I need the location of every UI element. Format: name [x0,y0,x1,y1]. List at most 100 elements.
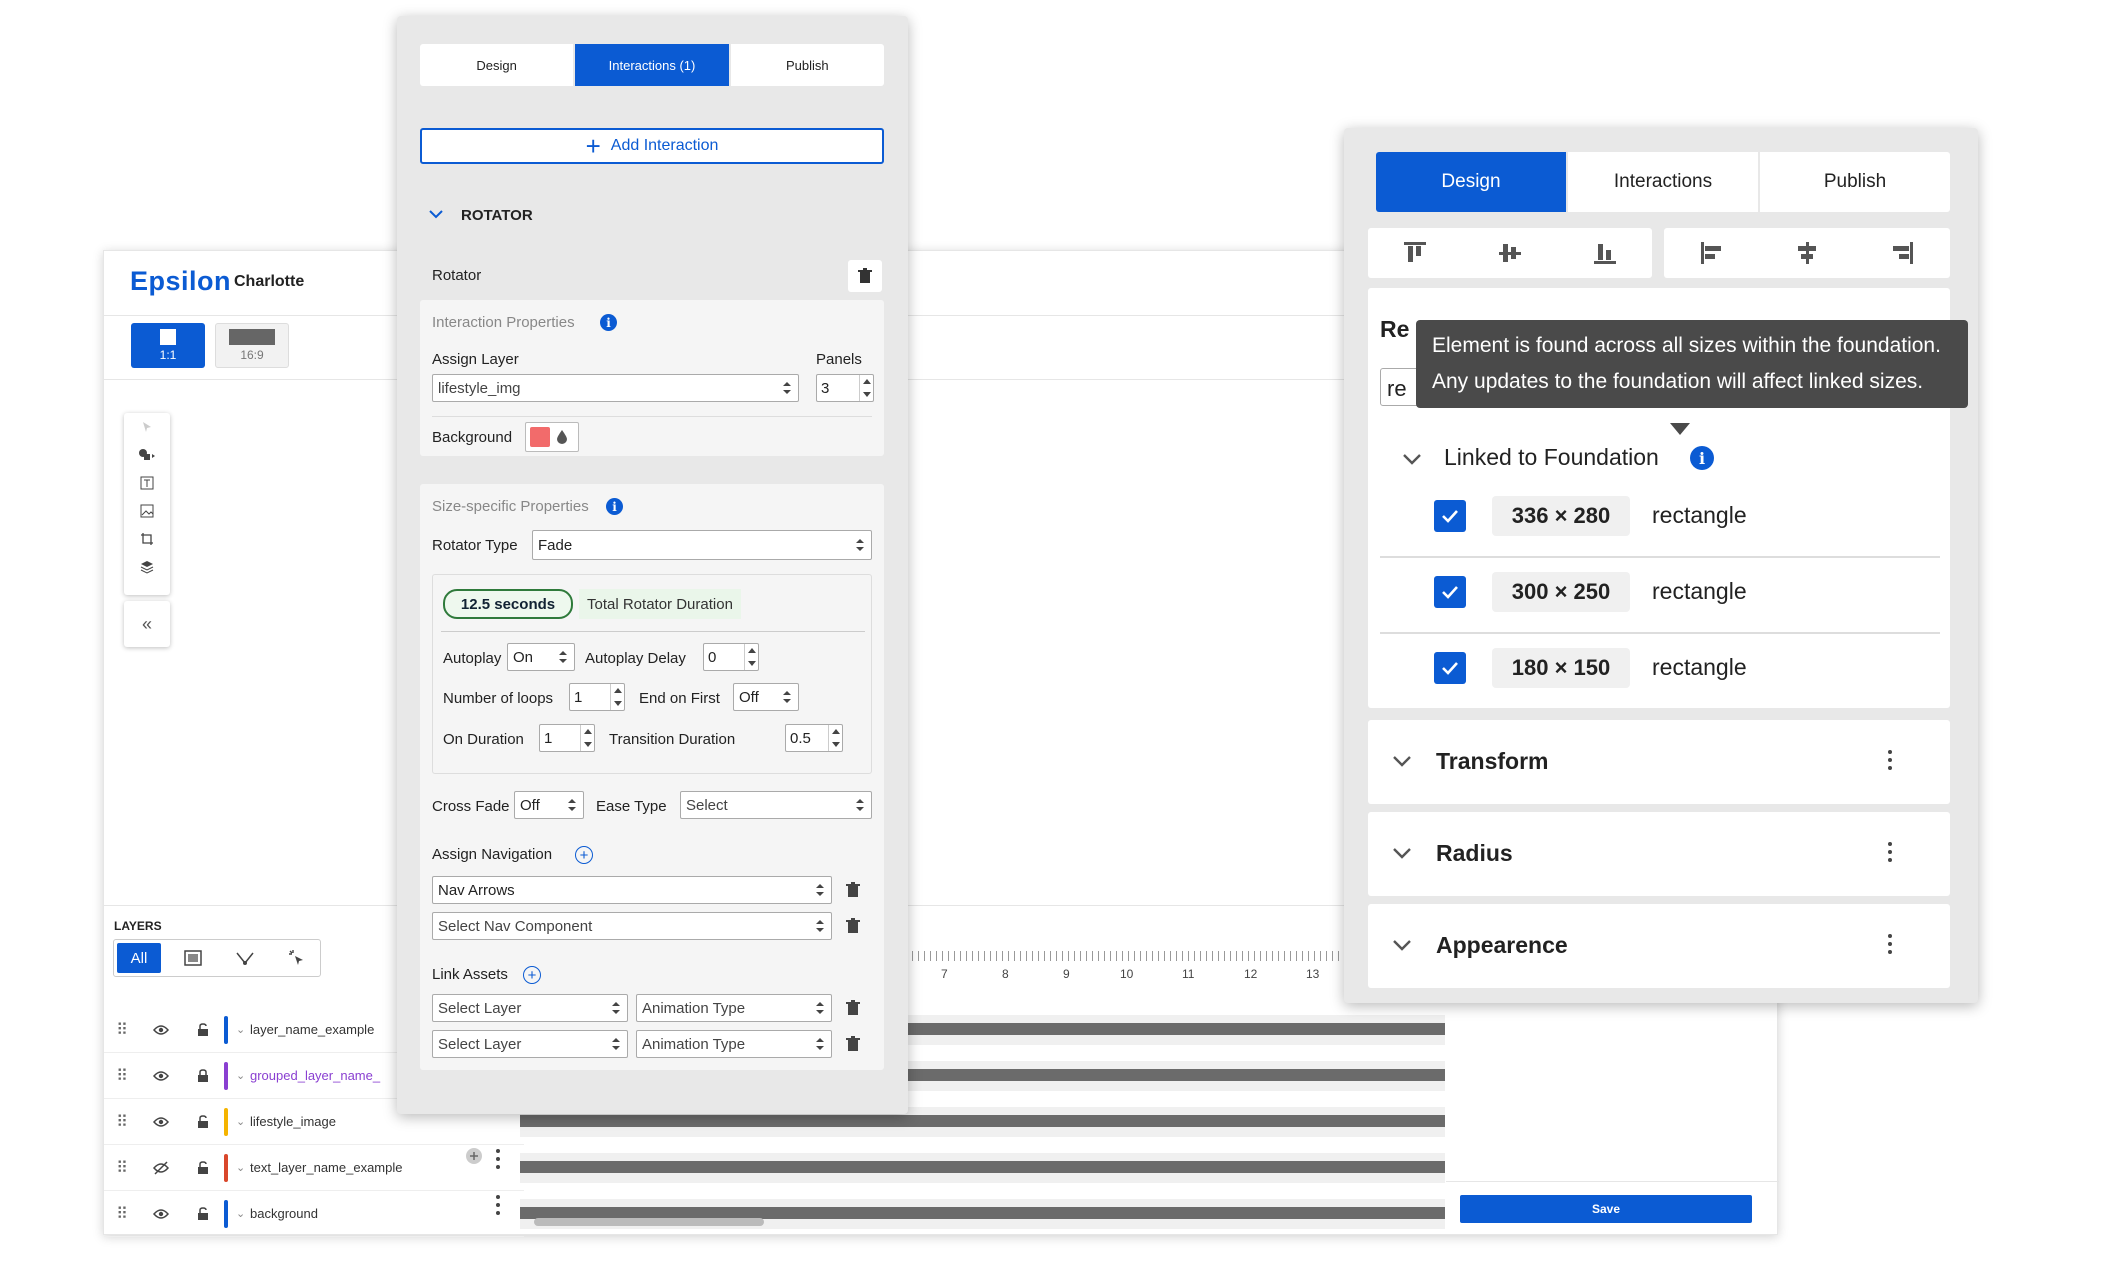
animation-type-select[interactable]: Animation Type [636,994,832,1022]
tab-publish[interactable]: Publish [731,44,884,86]
ease-type-select[interactable]: Select [680,791,872,819]
add-interaction-button[interactable]: + Add Interaction [420,128,884,164]
ratio-16-9-button[interactable]: 16:9 [215,323,289,368]
chevron-down-icon[interactable]: ⌄ [236,1207,250,1220]
layers-tool[interactable] [124,553,170,581]
eye-icon[interactable] [140,1116,182,1128]
add-navigation-icon[interactable]: + [575,846,593,864]
eye-icon[interactable] [140,1070,182,1082]
size-checkbox[interactable] [1434,652,1466,684]
chevron-down-icon[interactable]: ⌄ [236,1069,250,1082]
trash-icon[interactable] [842,996,864,1020]
drag-handle-icon[interactable]: ⠿ [104,1066,140,1086]
layer-menu-icon[interactable] [496,1149,500,1169]
unlock-icon[interactable] [182,1114,224,1129]
stepper-arrows-icon[interactable] [744,644,758,670]
info-icon[interactable]: i [1690,446,1714,470]
layer-track-bar[interactable] [520,1161,1445,1173]
filter-image-button[interactable] [173,943,213,973]
unlock-icon[interactable] [182,1022,224,1037]
more-options-icon[interactable] [1888,842,1892,862]
eye-icon[interactable] [140,1208,182,1220]
align-right-icon[interactable] [1889,240,1915,266]
radius-section[interactable]: Radius [1368,812,1950,896]
add-asset-icon[interactable]: + [523,966,541,984]
appearence-section[interactable]: Appearence [1368,904,1950,988]
stepper-arrows-icon[interactable] [859,375,873,401]
layer-menu-icon[interactable] [496,1195,500,1215]
size-checkbox[interactable] [1434,576,1466,608]
nav-select[interactable]: Nav Arrows [432,876,832,904]
background-color-picker[interactable] [525,422,579,452]
stepper-arrows-icon[interactable] [580,725,594,751]
add-keyframe-icon[interactable] [464,1146,484,1166]
layer-row[interactable]: ⠿ ⌄ text_layer_name_example [104,1145,524,1191]
more-options-icon[interactable] [1888,934,1892,954]
chevron-down-icon[interactable] [1392,938,1412,952]
transition-duration-stepper[interactable]: 0.5 [785,724,843,752]
layer-row[interactable]: ⠿ ⌄ background [104,1191,524,1237]
chevron-down-icon[interactable] [1392,846,1412,860]
align-middle-icon[interactable] [1497,240,1523,266]
drag-handle-icon[interactable]: ⠿ [104,1158,140,1178]
loops-stepper[interactable]: 1 [569,683,625,711]
drag-handle-icon[interactable]: ⠿ [104,1020,140,1040]
cross-fade-select[interactable]: Off [514,791,584,819]
info-icon[interactable]: i [600,314,617,331]
ratio-1-1-button[interactable]: 1:1 [131,323,205,368]
autoplay-delay-stepper[interactable]: 0 [703,643,759,671]
nav-component-select[interactable]: Select Nav Component [432,912,832,940]
stepper-arrows-icon[interactable] [828,725,842,751]
autoplay-select[interactable]: On [507,643,575,671]
asset-layer-select[interactable]: Select Layer [432,1030,628,1058]
end-on-first-select[interactable]: Off [733,683,799,711]
trash-icon[interactable] [842,878,864,902]
unlock-icon[interactable] [182,1160,224,1175]
tab-design[interactable]: Design [1376,152,1568,212]
align-top-icon[interactable] [1402,240,1428,266]
on-duration-stepper[interactable]: 1 [539,724,595,752]
delete-rotator-button[interactable] [848,260,882,292]
crop-tool[interactable] [124,525,170,553]
animation-type-select[interactable]: Animation Type [636,1030,832,1058]
tab-design[interactable]: Design [420,44,576,86]
chevron-down-icon[interactable] [429,209,443,219]
rotator-section-title[interactable]: ROTATOR [461,207,533,224]
filter-all-button[interactable]: All [117,943,161,973]
drag-handle-icon[interactable]: ⠿ [104,1112,140,1132]
transform-section[interactable]: Transform [1368,720,1950,804]
size-checkbox[interactable] [1434,500,1466,532]
assign-layer-select[interactable]: lifestyle_img [432,374,799,402]
tab-publish[interactable]: Publish [1760,152,1950,212]
asset-layer-select[interactable]: Select Layer [432,994,628,1022]
filter-interaction-button[interactable] [277,943,317,973]
rotator-type-select[interactable]: Fade [532,530,872,560]
info-icon[interactable]: i [606,498,623,515]
align-center-icon[interactable] [1794,240,1820,266]
panels-stepper[interactable]: 3 [816,374,874,402]
image-tool[interactable] [124,497,170,525]
save-button[interactable]: Save [1460,1195,1752,1223]
timeline-scrollbar[interactable] [534,1218,764,1226]
chevron-down-icon[interactable]: ⌄ [236,1115,250,1128]
chevron-down-icon[interactable] [1402,452,1422,466]
shape-tool[interactable] [124,441,170,469]
chevron-down-icon[interactable] [1392,754,1412,768]
eye-hidden-icon[interactable] [140,1160,182,1175]
align-left-icon[interactable] [1699,240,1725,266]
chevron-down-icon[interactable]: ⌄ [236,1161,250,1174]
trash-icon[interactable] [842,1032,864,1056]
collapse-tools-button[interactable]: « [124,601,170,647]
select-tool[interactable] [124,413,170,441]
chevron-down-icon[interactable]: ⌄ [236,1023,250,1036]
drag-handle-icon[interactable]: ⠿ [104,1204,140,1224]
unlock-icon[interactable] [182,1206,224,1221]
text-tool[interactable] [124,469,170,497]
tab-interactions[interactable]: Interactions (1) [575,44,731,86]
lock-icon[interactable] [182,1068,224,1083]
layer-track-bar[interactable] [520,1115,1445,1127]
tab-interactions[interactable]: Interactions [1568,152,1760,212]
filter-vector-button[interactable] [225,943,265,973]
align-bottom-icon[interactable] [1592,240,1618,266]
more-options-icon[interactable] [1888,750,1892,770]
